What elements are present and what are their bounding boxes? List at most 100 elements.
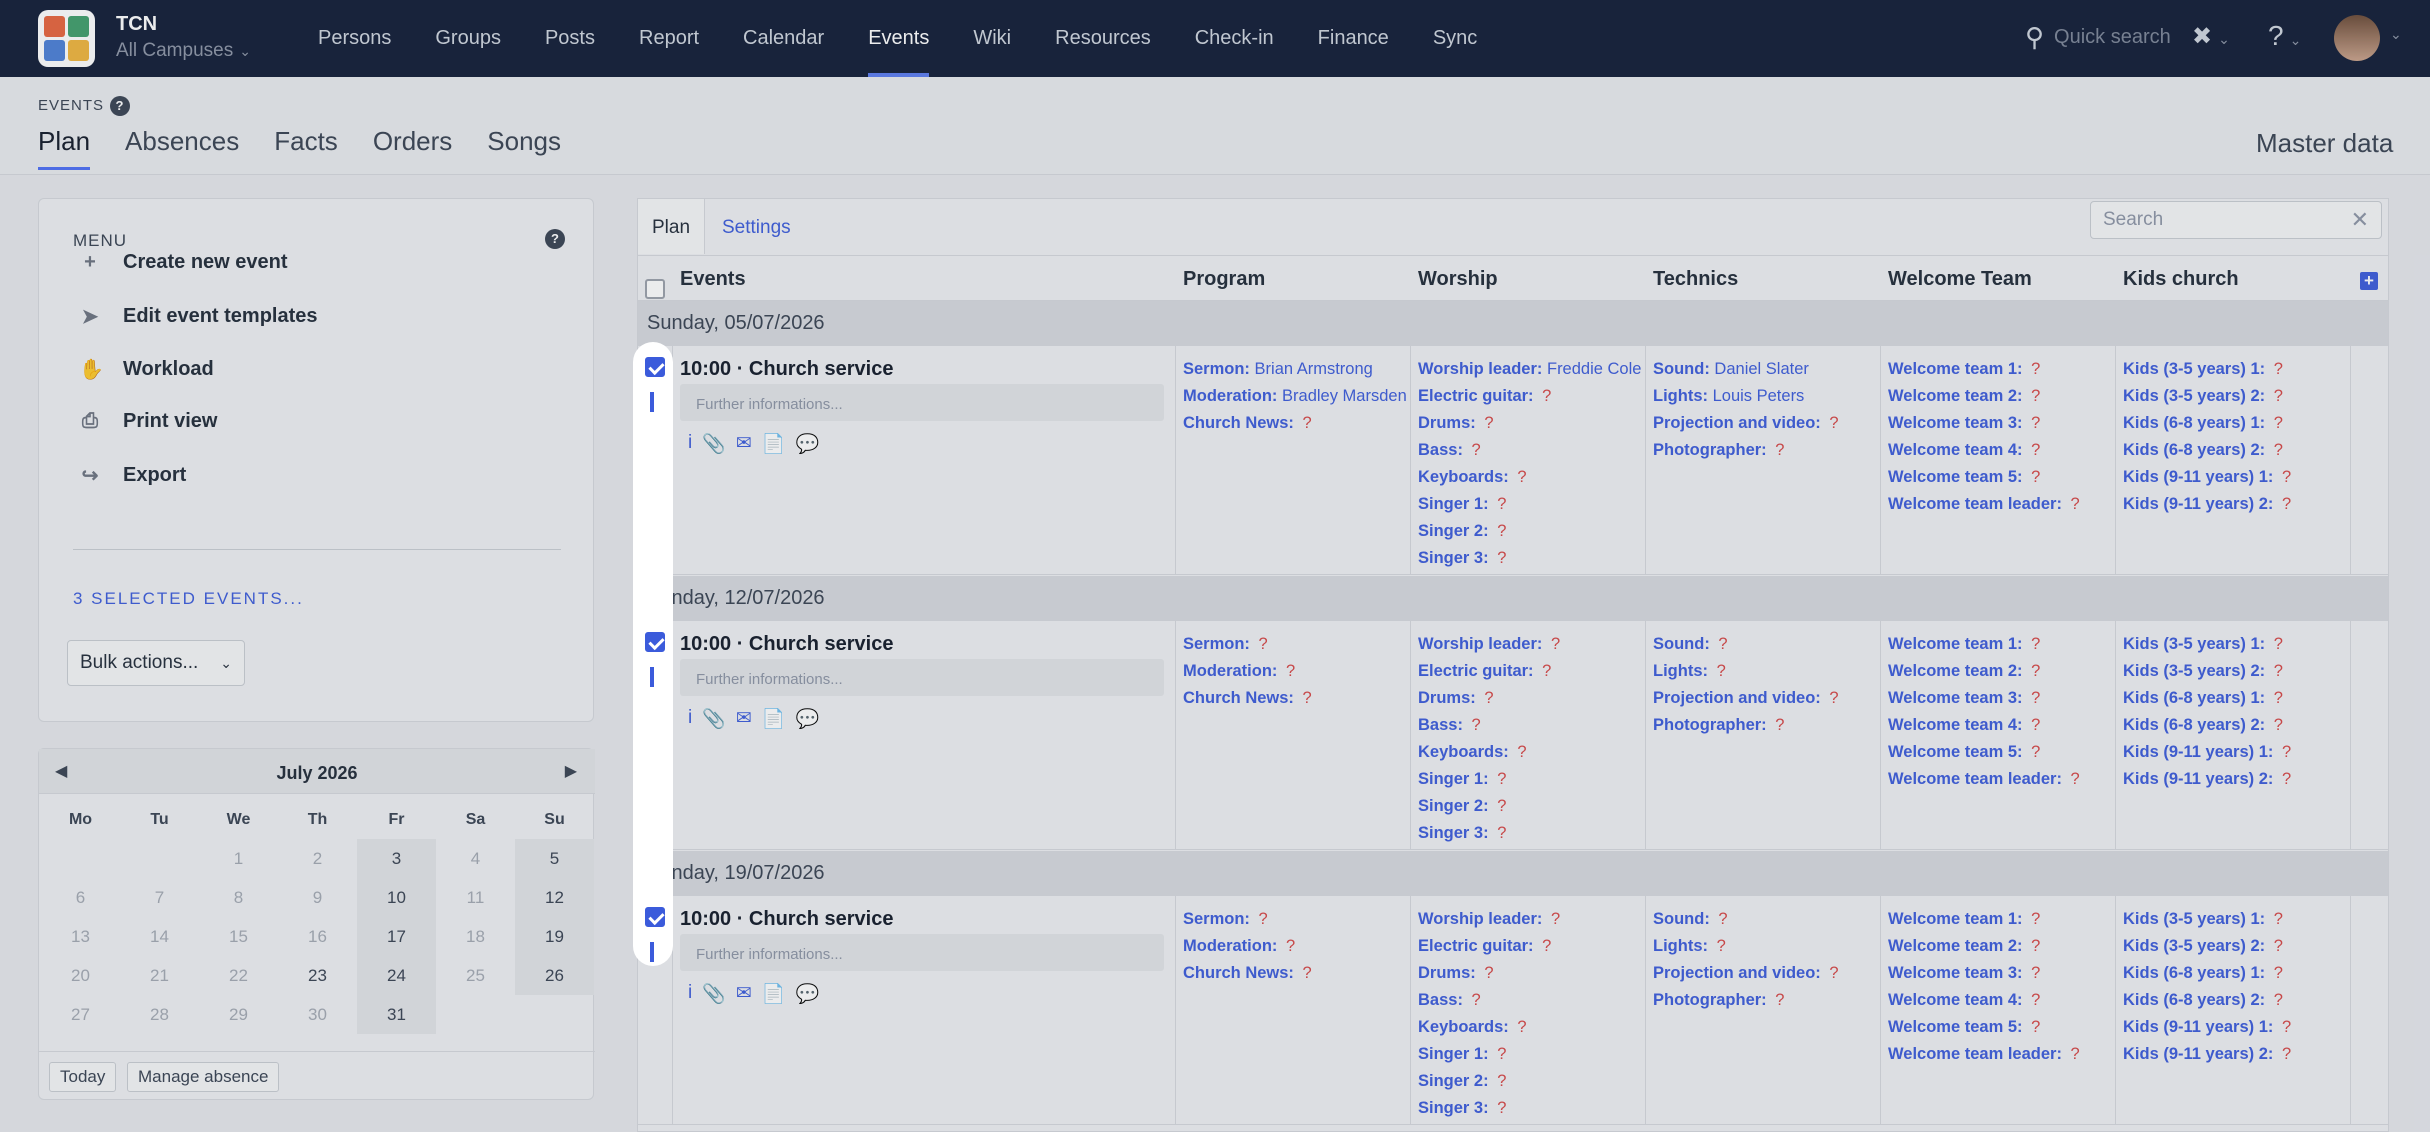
service-slot[interactable]: Welcome team 5: ?: [1888, 464, 2113, 491]
service-slot[interactable]: Projection and video: ?: [1653, 685, 1878, 712]
attachment-icon[interactable]: 📎: [702, 707, 726, 731]
menu-item-print-view[interactable]: ⎙ Print view: [79, 410, 217, 433]
service-slot[interactable]: Photographer: ?: [1653, 712, 1878, 739]
service-slot[interactable]: Kids (9-11 years) 1: ?: [2123, 739, 2348, 766]
calendar-day[interactable]: 12: [515, 878, 594, 917]
calendar-day[interactable]: 3: [357, 839, 436, 878]
nav-item-groups[interactable]: Groups: [413, 0, 523, 77]
service-slot[interactable]: Singer 3: ?: [1418, 820, 1643, 847]
service-slot[interactable]: Welcome team 3: ?: [1888, 410, 2113, 437]
further-info-input[interactable]: Further informations...: [680, 934, 1164, 971]
attachment-icon[interactable]: 📎: [702, 982, 726, 1006]
service-slot[interactable]: Electric guitar: ?: [1418, 383, 1643, 410]
calendar-day[interactable]: 27: [41, 995, 120, 1034]
menu-item-edit-event-templates[interactable]: ➤ Edit event templates: [79, 304, 318, 329]
service-slot[interactable]: Worship leader: ?: [1418, 631, 1643, 658]
service-slot[interactable]: Welcome team 2: ?: [1888, 933, 2113, 960]
tools-menu[interactable]: ✖ ⌄: [2192, 22, 2230, 51]
menu-item-create-new-event[interactable]: + Create new event: [79, 251, 287, 274]
service-slot[interactable]: Kids (3-5 years) 2: ?: [2123, 658, 2348, 685]
service-slot[interactable]: Church News: ?: [1183, 410, 1408, 437]
calendar-day[interactable]: 10: [357, 878, 436, 917]
service-slot[interactable]: Singer 2: ?: [1418, 518, 1643, 545]
calendar-day[interactable]: 28: [120, 995, 199, 1034]
service-slot[interactable]: Lights: ?: [1653, 658, 1878, 685]
calendar-day[interactable]: 2: [278, 839, 357, 878]
event-title[interactable]: 10:00 · Church service: [680, 633, 893, 656]
service-slot[interactable]: Electric guitar: ?: [1418, 658, 1643, 685]
calendar-day[interactable]: 23: [278, 956, 357, 995]
menu-item-workload[interactable]: ✋ Workload: [79, 357, 214, 382]
tab-settings[interactable]: Settings: [708, 199, 805, 254]
further-info-input[interactable]: Further informations...: [680, 384, 1164, 421]
service-slot[interactable]: Kids (3-5 years) 2: ?: [2123, 383, 2348, 410]
service-slot[interactable]: Sound: ?: [1653, 631, 1878, 658]
service-slot[interactable]: Kids (6-8 years) 2: ?: [2123, 712, 2348, 739]
service-slot[interactable]: Sermon: ?: [1183, 906, 1408, 933]
service-slot[interactable]: Drums: ?: [1418, 685, 1643, 712]
service-slot[interactable]: Welcome team 4: ?: [1888, 712, 2113, 739]
nav-item-sync[interactable]: Sync: [1411, 0, 1499, 77]
service-slot[interactable]: Worship leader: ?: [1418, 906, 1643, 933]
nav-item-finance[interactable]: Finance: [1296, 0, 1411, 77]
service-slot[interactable]: Lights: ?: [1653, 933, 1878, 960]
calendar-day[interactable]: 26: [515, 956, 594, 995]
service-slot[interactable]: Kids (6-8 years) 2: ?: [2123, 437, 2348, 464]
chat-icon[interactable]: 💬: [796, 707, 820, 731]
service-slot[interactable]: Sermon: Brian Armstrong: [1183, 356, 1408, 383]
close-icon[interactable]: ✕: [2351, 207, 2369, 233]
help-icon[interactable]: ?: [539, 229, 565, 249]
service-slot[interactable]: Electric guitar: ?: [1418, 933, 1643, 960]
service-slot[interactable]: Moderation: ?: [1183, 933, 1408, 960]
service-slot[interactable]: Projection and video: ?: [1653, 410, 1878, 437]
campus-selector[interactable]: All Campuses ⌄: [116, 40, 251, 62]
tab-songs[interactable]: Songs: [487, 126, 561, 170]
quick-search[interactable]: ⚲ Quick search: [2025, 22, 2171, 53]
service-slot[interactable]: Welcome team 4: ?: [1888, 987, 2113, 1014]
nav-item-report[interactable]: Report: [617, 0, 721, 77]
service-slot[interactable]: Welcome team 2: ?: [1888, 383, 2113, 410]
church-logo[interactable]: [38, 10, 95, 67]
attachment-icon[interactable]: 📎: [702, 432, 726, 456]
service-slot[interactable]: Keyboards: ?: [1418, 464, 1643, 491]
service-slot[interactable]: Welcome team 5: ?: [1888, 1014, 2113, 1041]
calendar-day[interactable]: 6: [41, 878, 120, 917]
tab-absences[interactable]: Absences: [125, 126, 239, 170]
service-slot[interactable]: Church News: ?: [1183, 960, 1408, 987]
service-slot[interactable]: Sound: Daniel Slater: [1653, 356, 1878, 383]
service-slot[interactable]: Keyboards: ?: [1418, 1014, 1643, 1041]
calendar-day[interactable]: 16: [278, 917, 357, 956]
master-data-link[interactable]: Master data: [2256, 128, 2393, 159]
nav-item-events[interactable]: Events: [846, 0, 951, 77]
service-slot[interactable]: Kids (9-11 years) 2: ?: [2123, 1041, 2348, 1068]
tab-facts[interactable]: Facts: [274, 126, 338, 170]
tab-plan[interactable]: Plan: [638, 199, 706, 254]
service-slot[interactable]: Singer 2: ?: [1418, 1068, 1643, 1095]
add-column-icon[interactable]: +: [2360, 272, 2378, 290]
manage-absence-button[interactable]: Manage absence: [127, 1062, 280, 1092]
service-slot[interactable]: Welcome team 1: ?: [1888, 631, 2113, 658]
selected-events-link[interactable]: 3 SELECTED EVENTS...: [73, 589, 304, 609]
document-icon[interactable]: 📄: [762, 432, 786, 456]
service-slot[interactable]: Welcome team 3: ?: [1888, 960, 2113, 987]
service-slot[interactable]: Kids (9-11 years) 2: ?: [2123, 766, 2348, 793]
calendar-day[interactable]: 11: [436, 878, 515, 917]
event-checkbox[interactable]: [645, 907, 665, 927]
service-slot[interactable]: Welcome team 1: ?: [1888, 356, 2113, 383]
service-slot[interactable]: Welcome team leader: ?: [1888, 1041, 2113, 1068]
calendar-day[interactable]: 20: [41, 956, 120, 995]
nav-item-calendar[interactable]: Calendar: [721, 0, 846, 77]
service-slot[interactable]: Singer 3: ?: [1418, 1095, 1643, 1122]
service-slot[interactable]: Welcome team 1: ?: [1888, 906, 2113, 933]
service-slot[interactable]: Singer 1: ?: [1418, 766, 1643, 793]
service-slot[interactable]: Bass: ?: [1418, 712, 1643, 739]
mail-icon[interactable]: ✉: [736, 982, 752, 1006]
nav-item-persons[interactable]: Persons: [296, 0, 413, 77]
further-info-input[interactable]: Further informations...: [680, 659, 1164, 696]
service-slot[interactable]: Worship leader: Freddie Cole: [1418, 356, 1643, 383]
service-slot[interactable]: Welcome team leader: ?: [1888, 491, 2113, 518]
calendar-day[interactable]: 9: [278, 878, 357, 917]
calendar-day[interactable]: 1: [199, 839, 278, 878]
plan-search-input[interactable]: Search ✕: [2090, 201, 2382, 239]
next-month-icon[interactable]: ▶: [565, 761, 577, 781]
